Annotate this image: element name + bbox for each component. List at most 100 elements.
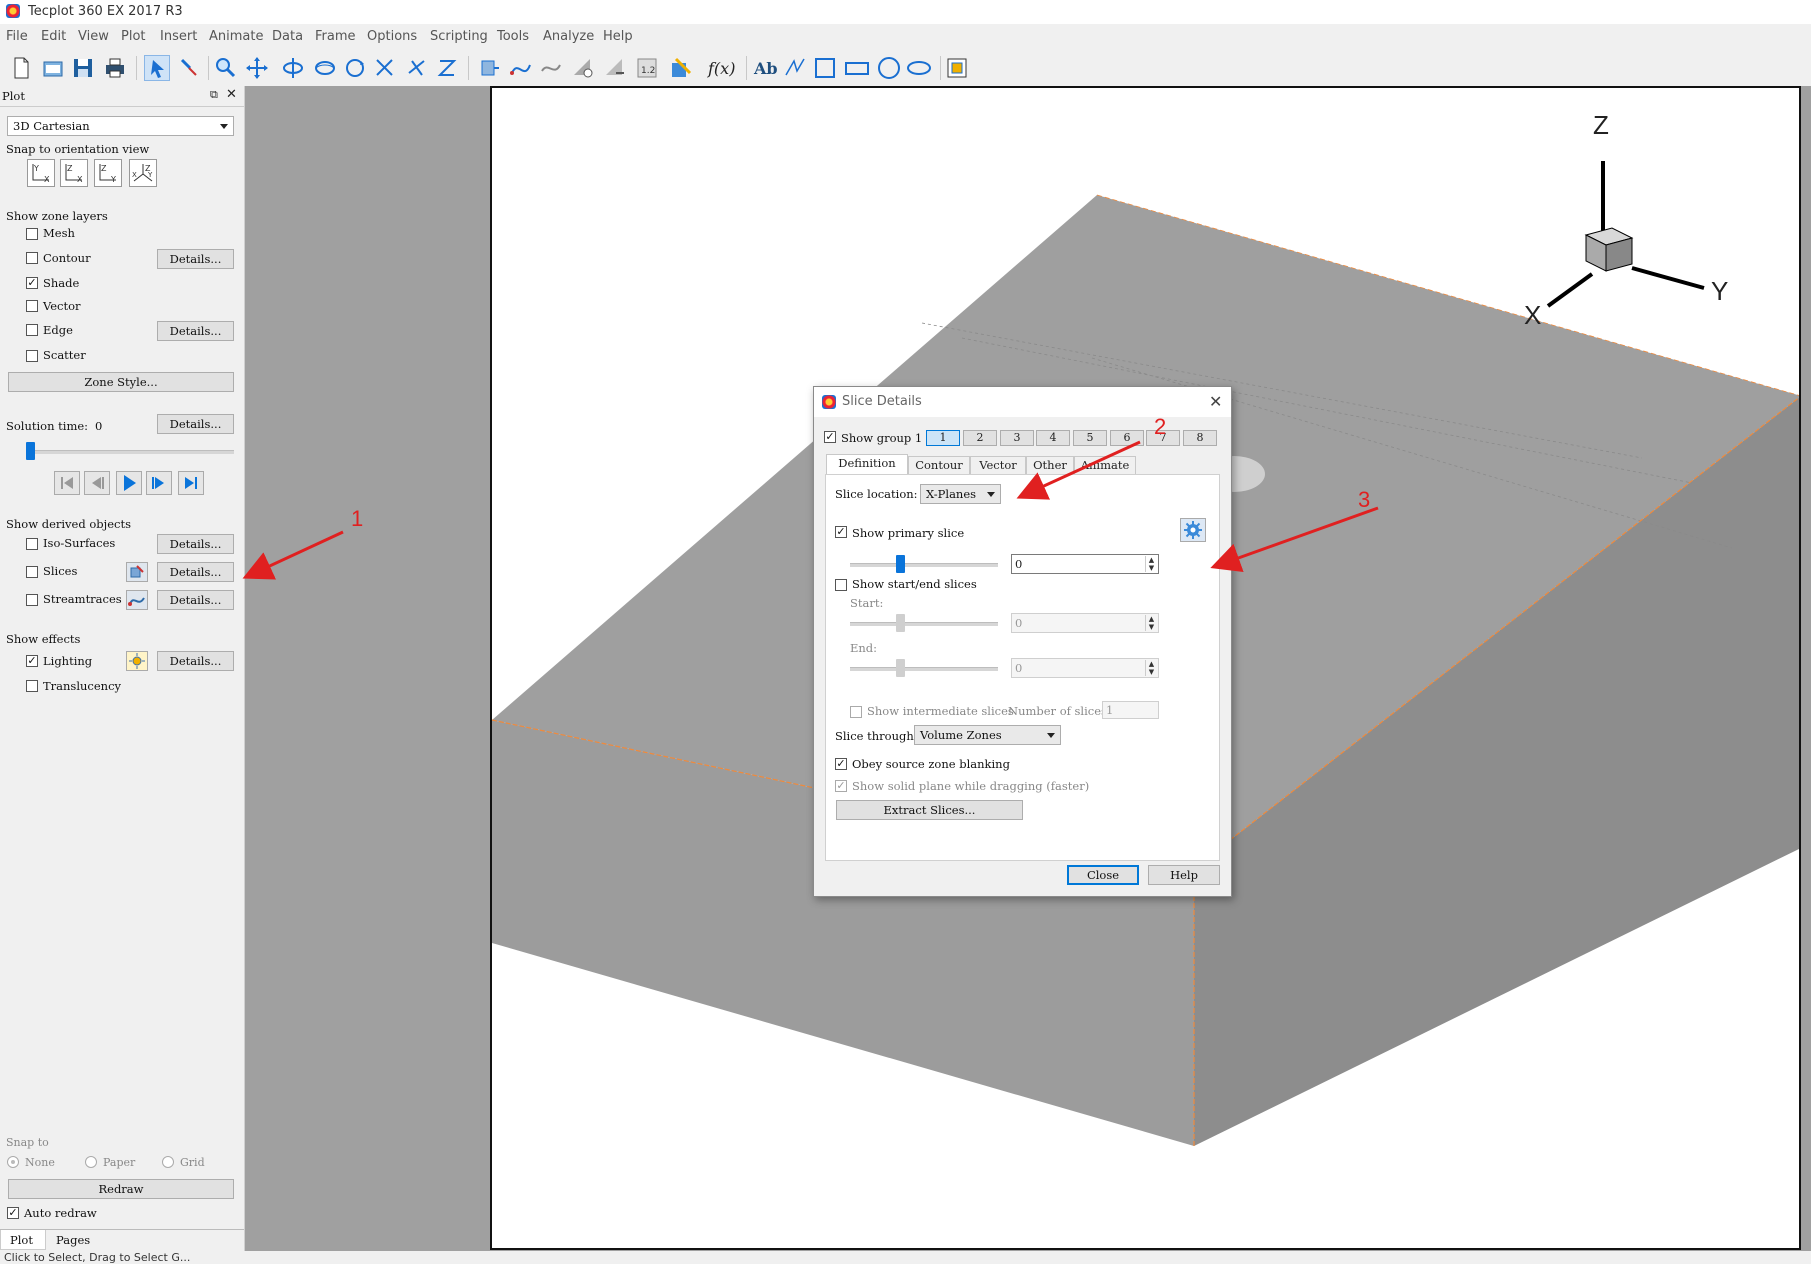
- tab-definition[interactable]: Definition: [826, 454, 908, 475]
- close-icon[interactable]: ✕: [226, 87, 237, 102]
- adjust-tool-icon[interactable]: [176, 55, 202, 81]
- primary-slice-input[interactable]: 0 ▲ ▼: [1011, 554, 1159, 574]
- play-button[interactable]: [116, 471, 142, 495]
- snap-none-radio[interactable]: [7, 1156, 19, 1168]
- step-back-button[interactable]: [84, 471, 110, 495]
- menu-plot[interactable]: Plot: [121, 29, 146, 44]
- square-icon[interactable]: [812, 55, 838, 81]
- slices-details-button[interactable]: Details...: [157, 562, 234, 582]
- save-icon[interactable]: [70, 55, 96, 81]
- polyline-icon[interactable]: [782, 55, 808, 81]
- menu-insert[interactable]: Insert: [160, 29, 197, 44]
- extract-slices-button[interactable]: Extract Slices...: [836, 800, 1023, 820]
- menu-analyze[interactable]: Analyze: [543, 29, 594, 44]
- zone-style-button[interactable]: Zone Style...: [8, 372, 234, 392]
- new-file-icon[interactable]: [8, 55, 34, 81]
- end-slider[interactable]: [850, 667, 998, 671]
- auto-redraw-checkbox[interactable]: ✓: [7, 1207, 19, 1219]
- slice-tool-icon[interactable]: [126, 562, 148, 582]
- text-tool-icon[interactable]: Ab: [752, 55, 778, 81]
- menu-tools[interactable]: Tools: [497, 29, 529, 44]
- spin-updown-icon[interactable]: ▲ ▼: [1145, 556, 1157, 572]
- start-input[interactable]: 0 ▲ ▼: [1011, 613, 1159, 633]
- group-tab-2[interactable]: 2: [963, 430, 997, 446]
- menu-frame[interactable]: Frame: [315, 29, 356, 44]
- zoom-icon[interactable]: [212, 55, 238, 81]
- snap-grid-radio[interactable]: [162, 1156, 174, 1168]
- translate-icon[interactable]: [244, 55, 270, 81]
- show-solid-checkbox[interactable]: ✓: [835, 780, 847, 792]
- open-file-icon[interactable]: [40, 55, 66, 81]
- slice-location-select[interactable]: X-Planes: [920, 484, 1001, 504]
- obey-blanking-checkbox[interactable]: ✓: [835, 758, 847, 770]
- equation-icon[interactable]: f(x): [706, 55, 735, 81]
- scatter-checkbox[interactable]: [26, 350, 38, 362]
- rotate-rollerball-icon[interactable]: [312, 55, 338, 81]
- orient-zy-button[interactable]: ZY: [94, 159, 122, 187]
- group-tab-1[interactable]: 1: [926, 430, 960, 446]
- streamtrace-tool-icon[interactable]: [126, 590, 148, 610]
- solution-time-slider[interactable]: [28, 450, 234, 454]
- dialog-close-icon[interactable]: ✕: [1209, 392, 1222, 411]
- slice-tool-icon[interactable]: [668, 55, 694, 81]
- gear-icon[interactable]: [1180, 518, 1206, 542]
- slices-checkbox[interactable]: [26, 566, 38, 578]
- menu-view[interactable]: View: [78, 29, 109, 44]
- menu-data[interactable]: Data: [272, 29, 303, 44]
- streamtraces-details-button[interactable]: Details...: [157, 590, 234, 610]
- plot-type-select[interactable]: 3D Cartesian: [7, 116, 234, 136]
- orient-yx-button[interactable]: YX: [27, 159, 55, 187]
- print-icon[interactable]: [102, 55, 128, 81]
- menu-file[interactable]: File: [6, 29, 28, 44]
- shade-checkbox[interactable]: ✓: [26, 277, 38, 289]
- iso-surfaces-checkbox[interactable]: [26, 538, 38, 550]
- last-frame-button[interactable]: [178, 471, 204, 495]
- probe-icon[interactable]: [476, 55, 502, 81]
- first-frame-button[interactable]: [54, 471, 80, 495]
- vector-checkbox[interactable]: [26, 300, 38, 312]
- translucency-checkbox[interactable]: [26, 680, 38, 692]
- tab-pages[interactable]: Pages: [46, 1230, 100, 1250]
- primary-slice-thumb[interactable]: [896, 555, 905, 573]
- rotate-twist-icon[interactable]: [342, 55, 368, 81]
- contour-remove-icon[interactable]: [602, 55, 628, 81]
- tab-vector[interactable]: Vector: [970, 456, 1026, 474]
- streamtrace-rake-icon[interactable]: [538, 55, 564, 81]
- lighting-checkbox[interactable]: ✓: [26, 655, 38, 667]
- start-slider-thumb[interactable]: [896, 614, 905, 632]
- contour-checkbox[interactable]: [26, 252, 38, 264]
- mesh-checkbox[interactable]: [26, 228, 38, 240]
- solution-time-thumb[interactable]: [26, 442, 35, 460]
- tab-other[interactable]: Other: [1026, 456, 1074, 474]
- show-group-checkbox[interactable]: ✓: [824, 431, 836, 443]
- step-forward-button[interactable]: [146, 471, 172, 495]
- show-intermediate-checkbox[interactable]: [850, 706, 862, 718]
- tab-contour[interactable]: Contour: [908, 456, 970, 474]
- redraw-button[interactable]: Redraw: [8, 1179, 234, 1199]
- streamtraces-checkbox[interactable]: [26, 594, 38, 606]
- group-tab-6[interactable]: 6: [1110, 430, 1144, 446]
- menu-help[interactable]: Help: [603, 29, 633, 44]
- menu-animate[interactable]: Animate: [209, 29, 263, 44]
- rotate-y-icon[interactable]: [404, 55, 430, 81]
- end-input[interactable]: 0 ▲ ▼: [1011, 658, 1159, 678]
- contour-label-icon[interactable]: 1.2: [634, 55, 660, 81]
- start-slider[interactable]: [850, 622, 998, 626]
- menu-options[interactable]: Options: [367, 29, 417, 44]
- spin-updown-icon[interactable]: ▲ ▼: [1145, 660, 1157, 676]
- streamtrace-tool-icon[interactable]: [508, 55, 534, 81]
- slice-through-select[interactable]: Volume Zones: [914, 725, 1061, 745]
- ellipse-icon[interactable]: [906, 55, 932, 81]
- close-button[interactable]: Close: [1067, 865, 1139, 885]
- edge-checkbox[interactable]: [26, 324, 38, 336]
- group-tab-5[interactable]: 5: [1073, 430, 1107, 446]
- num-slices-input[interactable]: 1: [1102, 701, 1159, 719]
- menu-scripting[interactable]: Scripting: [430, 29, 488, 44]
- group-tab-8[interactable]: 8: [1183, 430, 1217, 446]
- lighting-details-button[interactable]: Details...: [157, 651, 234, 671]
- snap-paper-radio[interactable]: [85, 1156, 97, 1168]
- rotate-x-icon[interactable]: [372, 55, 398, 81]
- frame-icon[interactable]: [944, 55, 970, 81]
- light-bulb-icon[interactable]: [126, 651, 148, 671]
- end-slider-thumb[interactable]: [896, 659, 905, 677]
